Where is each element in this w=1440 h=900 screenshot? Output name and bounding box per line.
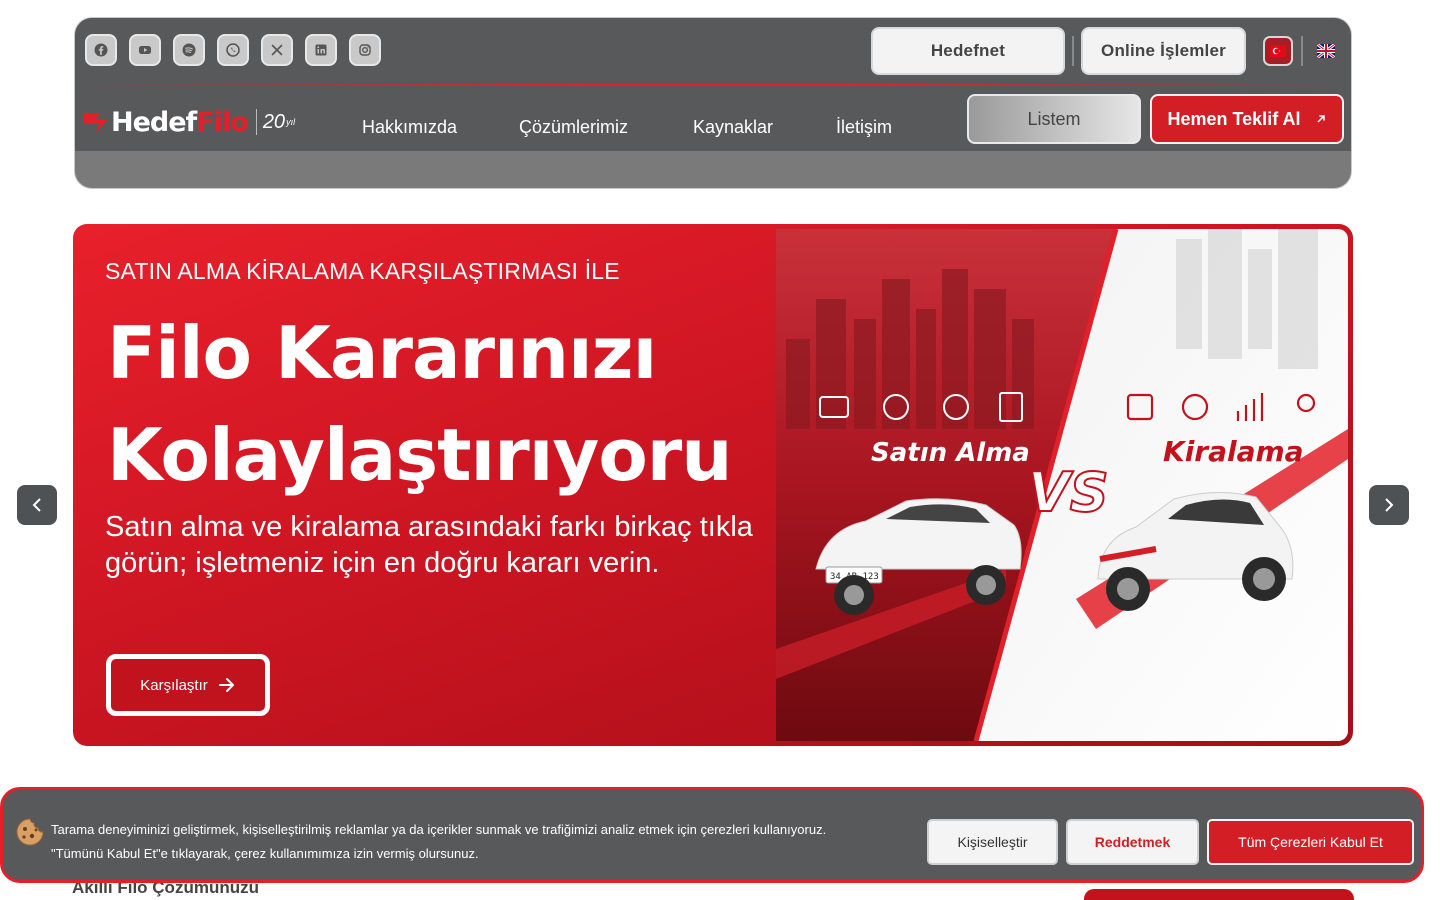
spotify-icon[interactable] — [173, 34, 205, 66]
x-icon[interactable] — [261, 34, 293, 66]
facebook-icon[interactable] — [85, 34, 117, 66]
red-card-peek — [1084, 889, 1354, 900]
logo-filo-text: Filo — [196, 106, 249, 138]
karsilastir-label: Karşılaştır — [140, 676, 208, 694]
hero-overline: SATIN ALMA KİRALAMA KARŞILAŞTIRMASI İLE — [105, 258, 620, 284]
nav-cozumlerimiz[interactable]: Çözümlerimiz — [519, 117, 628, 138]
linkedin-icon[interactable] — [305, 34, 337, 66]
hemen-teklif-al-button[interactable]: Hemen Teklif Al — [1150, 94, 1344, 144]
logo-hedef-text: Hedef — [111, 106, 197, 138]
uk-flag-icon[interactable] — [1316, 42, 1336, 60]
arrow-up-right-icon — [1316, 115, 1325, 123]
hero-description: Satın alma ve kiralama arasındaki farkı … — [105, 511, 753, 579]
divider — [1072, 36, 1074, 66]
hemen-teklif-al-label: Hemen Teklif Al — [1167, 108, 1301, 129]
divider — [1301, 36, 1303, 66]
cookie-customize-button[interactable]: Kişiselleştir — [927, 819, 1058, 865]
turkish-flag-icon[interactable] — [1263, 36, 1293, 66]
slider-prev-button[interactable] — [17, 485, 57, 525]
social-links — [85, 34, 381, 66]
hedefnet-button[interactable]: Hedefnet — [871, 27, 1065, 75]
nav-hakkimizda[interactable]: Hakkımızda — [362, 117, 457, 138]
logo-mark-icon — [84, 113, 108, 133]
youtube-icon[interactable] — [129, 34, 161, 66]
chevron-left-icon — [32, 498, 41, 512]
hero-image-purchase-vs-lease: Satın Alma Kiralama VS 34 AB 123 — [776, 229, 1348, 741]
cookie-icon — [16, 818, 44, 846]
chevron-right-icon — [1385, 498, 1394, 512]
lease-label: Kiralama — [1163, 435, 1304, 468]
cookie-consent-banner: Tarama deneyiminizi geliştirmek, kişisel… — [0, 787, 1424, 883]
instagram-icon[interactable] — [349, 34, 381, 66]
slider-next-button[interactable] — [1369, 485, 1409, 525]
vs-label: VS — [1028, 461, 1109, 524]
cookie-accept-all-button[interactable]: Tüm Çerezleri Kabul Et — [1207, 819, 1414, 865]
hedef-filo-logo[interactable]: Hedef Filo 20 yıl — [83, 104, 295, 140]
karsilastir-button[interactable]: Karşılaştır — [106, 654, 270, 716]
online-islemler-button[interactable]: Online İşlemler — [1081, 27, 1246, 75]
hero-title: Filo Kararınızı Kolaylaştırıyoru — [107, 302, 797, 506]
anniversary-years: 20 — [262, 110, 286, 133]
hero-slider: SATIN ALMA KİRALAMA KARŞILAŞTIRMASI İLE … — [73, 224, 1353, 746]
arrow-right-icon — [218, 678, 234, 692]
nav-kaynaklar[interactable]: Kaynaklar — [693, 117, 773, 138]
cookie-text: Tarama deneyiminizi geliştirmek, kişisel… — [51, 822, 827, 861]
cookie-reject-button[interactable]: Reddetmek — [1066, 819, 1199, 865]
hero-title-line-2: Kolaylaştırıyoru — [107, 413, 733, 497]
purchase-label: Satın Alma — [871, 438, 1030, 468]
anniversary-badge: 20 yıl — [255, 109, 296, 135]
listem-button[interactable]: Listem — [967, 94, 1141, 144]
whatsapp-icon[interactable] — [217, 34, 249, 66]
anniversary-suffix: yıl — [286, 117, 296, 127]
nav-iletisim[interactable]: İletişim — [836, 117, 892, 138]
hero-title-line-1: Filo Kararınızı — [107, 311, 657, 395]
site-header: Hedefnet Online İşlemler Hedef Filo 20 yıl… — [74, 17, 1352, 189]
